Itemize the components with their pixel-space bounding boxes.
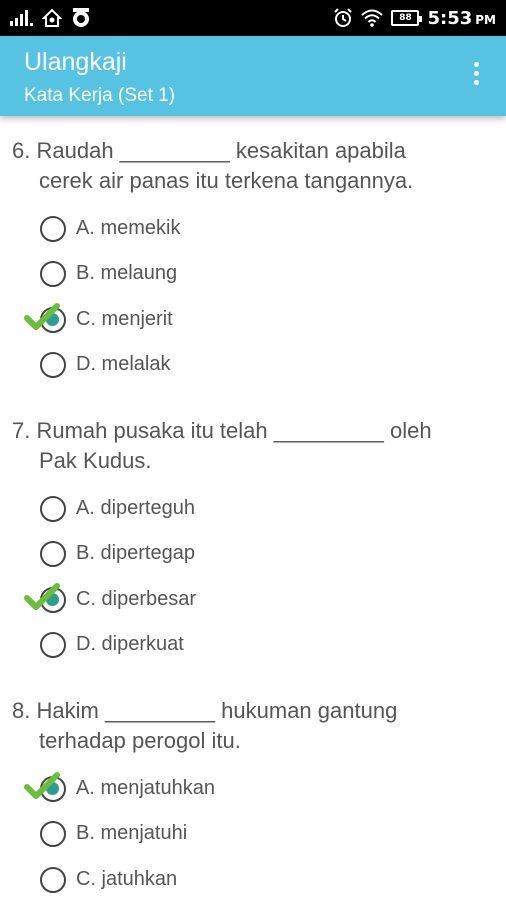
question-line-2: cerek air panas itu terkena tangannya.: [39, 168, 414, 193]
question-line-2: terhadap perogol itu.: [39, 728, 241, 753]
option-label: B. menjatuhi: [76, 822, 188, 844]
radio-button[interactable]: [40, 541, 66, 567]
option-label: D. melalak: [76, 353, 171, 375]
question-number: 8.: [12, 698, 31, 723]
correct-check-icon: [24, 303, 60, 330]
question-text: 6. Raudah _________ kesakitan apabila ce…: [12, 136, 492, 196]
radio-button[interactable]: [40, 867, 66, 893]
option-c[interactable]: C. jatuhkan: [0, 859, 506, 899]
question-number: 6.: [12, 138, 31, 163]
app-subtitle: Kata Kerja (Set 1): [24, 85, 176, 106]
correct-check-icon: [24, 583, 60, 610]
option-d[interactable]: D. melalak: [0, 344, 506, 384]
option-a[interactable]: A. diperteguh: [0, 488, 506, 528]
clock-time: 5:53: [427, 7, 473, 29]
battery-icon: 88: [391, 10, 423, 26]
question-text: 7. Rumah pusaka itu telah _________ oleh…: [12, 416, 492, 476]
option-a[interactable]: A. menjatuhkan: [0, 768, 506, 808]
option-label: C. menjerit: [76, 308, 173, 330]
battery-level: 88: [399, 13, 412, 23]
signal-icon: [10, 10, 33, 26]
radio-button[interactable]: [40, 261, 66, 287]
correct-check-icon: [24, 772, 60, 799]
clock: 5:53 PM: [427, 8, 496, 29]
clock-ampm: PM: [475, 12, 496, 27]
question-line-1: Hakim _________ hukuman gantung: [36, 698, 398, 723]
option-label: C. diperbesar: [76, 588, 197, 610]
option-label: A. memekik: [76, 217, 181, 239]
radio-button[interactable]: [40, 352, 66, 378]
status-bar: 88 5:53 PM: [0, 0, 506, 36]
app-bar: Ulangkaji Kata Kerja (Set 1): [0, 36, 506, 116]
option-label: A. menjatuhkan: [76, 777, 215, 799]
option-c[interactable]: C. menjerit: [0, 299, 506, 339]
wifi-icon: [361, 9, 384, 27]
question-line-1: Raudah _________ kesakitan apabila: [36, 138, 406, 163]
option-label: C. jatuhkan: [76, 868, 178, 890]
app-notification-icon: [73, 8, 89, 27]
home-icon: [42, 8, 62, 27]
option-label: B. dipertegap: [76, 542, 195, 564]
option-label: B. melaung: [76, 262, 178, 284]
question-line-2: Pak Kudus.: [39, 448, 152, 473]
question-text: 8. Hakim _________ hukuman gantung terha…: [12, 696, 492, 756]
radio-button[interactable]: [40, 821, 66, 847]
option-b[interactable]: B. melaung: [0, 253, 506, 293]
radio-button[interactable]: [40, 216, 66, 242]
option-b[interactable]: B. dipertegap: [0, 533, 506, 573]
alarm-icon: [334, 8, 353, 27]
question-line-1: Rumah pusaka itu telah _________ oleh: [36, 418, 432, 443]
app-title: Ulangkaji: [24, 48, 127, 76]
overflow-menu-icon[interactable]: [472, 62, 480, 88]
option-label: A. diperteguh: [76, 497, 195, 519]
option-a[interactable]: A. memekik: [0, 208, 506, 248]
radio-button[interactable]: [40, 632, 66, 658]
option-label: D. diperkuat: [76, 633, 184, 655]
option-d[interactable]: D. diperkuat: [0, 624, 506, 664]
radio-button[interactable]: [40, 496, 66, 522]
question-number: 7.: [12, 418, 31, 443]
option-b[interactable]: B. menjatuhi: [0, 813, 506, 853]
option-c[interactable]: C. diperbesar: [0, 579, 506, 619]
